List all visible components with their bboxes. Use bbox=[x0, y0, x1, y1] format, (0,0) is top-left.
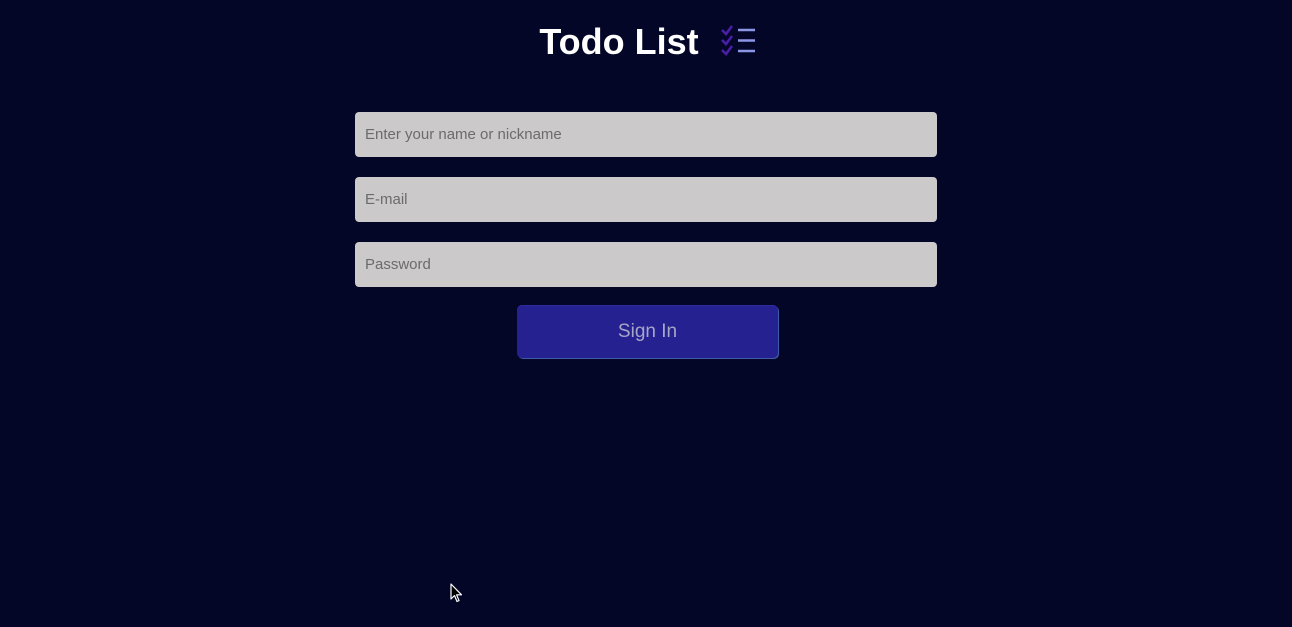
checklist-icon bbox=[720, 25, 757, 59]
password-field[interactable] bbox=[355, 242, 937, 287]
name-field[interactable] bbox=[355, 112, 937, 157]
sign-in-page: Todo List Sign In bbox=[0, 0, 1292, 627]
sign-in-button[interactable]: Sign In bbox=[517, 305, 778, 358]
mouse-pointer-icon bbox=[450, 583, 464, 603]
sign-in-form bbox=[355, 112, 937, 307]
header: Todo List bbox=[0, 20, 1292, 64]
email-field[interactable] bbox=[355, 177, 937, 222]
page-title: Todo List bbox=[539, 21, 699, 62]
